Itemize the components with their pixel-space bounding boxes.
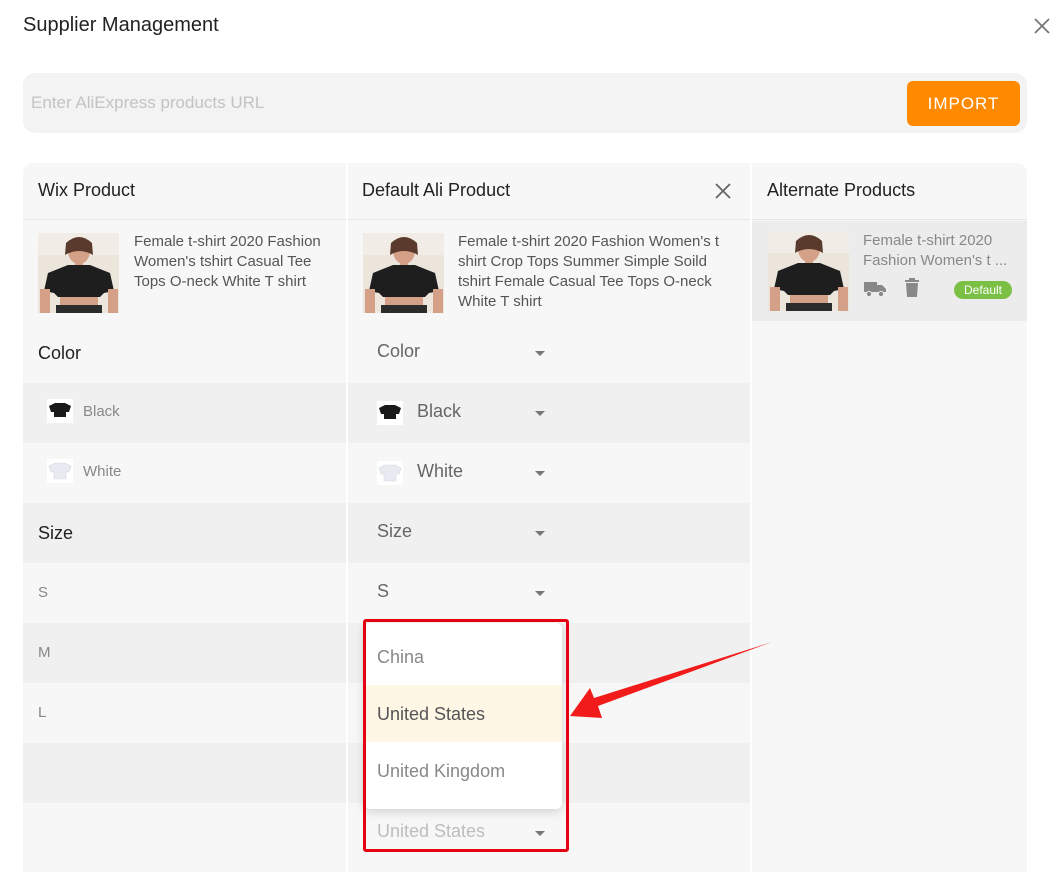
wix-size-l: L (38, 704, 47, 721)
white-tshirt-icon (47, 459, 73, 483)
wix-color-row-black: Black (23, 383, 346, 443)
color-option-select[interactable]: Color (362, 333, 552, 373)
dropdown-option-united-states[interactable]: United States (364, 685, 562, 742)
wix-color-black: Black (83, 403, 120, 420)
shipping-truck-icon[interactable] (863, 279, 887, 299)
select-value: White (417, 461, 464, 481)
import-bar: IMPORT (23, 73, 1027, 133)
dropdown-option-china[interactable]: China (364, 628, 562, 685)
wix-product-panel: Wix Product Female t-shirt 2020 Fashion … (23, 163, 346, 872)
ali-size-row-s: S (348, 563, 750, 623)
default-badge: Default (954, 281, 1012, 299)
remove-default-close-icon[interactable] (712, 180, 734, 202)
option-label: China (377, 647, 425, 667)
ali-color-group-row: Color (348, 323, 750, 383)
select-value: Color (377, 341, 421, 361)
ali-size-group-row: Size (348, 503, 750, 563)
caret-down-icon (535, 351, 545, 356)
ali-color-row-white: White (348, 443, 750, 503)
wix-size-row-s: S (23, 563, 346, 623)
wix-color-white: White (83, 463, 122, 480)
ali-color-row-black: Black (348, 383, 750, 443)
product-thumbnail (768, 231, 849, 311)
option-label: United Kingdom (377, 761, 506, 781)
select-value: S (377, 581, 390, 601)
white-tshirt-icon (377, 461, 403, 485)
alternate-product-card[interactable]: Female t-shirt 2020 Fashion Women's t ..… (752, 221, 1027, 321)
alternate-product-title: Female t-shirt 2020 Fashion Women's t ..… (863, 232, 1008, 269)
caret-down-icon (535, 531, 545, 536)
caret-down-icon (535, 831, 545, 836)
caret-down-icon (535, 471, 545, 476)
ali-product-row: Female t-shirt 2020 Fashion Women's t sh… (348, 221, 750, 321)
wix-product-row: Female t-shirt 2020 Fashion Women's tshi… (23, 221, 346, 321)
aliexpress-url-input[interactable] (31, 83, 891, 123)
ali-panel-title: Default Ali Product (362, 180, 511, 200)
trash-icon[interactable] (903, 278, 921, 298)
wix-empty-row (23, 743, 346, 803)
wix-size-s: S (38, 584, 49, 601)
black-tshirt-icon (377, 401, 403, 425)
size-s-select[interactable]: S (362, 573, 552, 613)
alt-panel-header: Alternate Products (752, 163, 1027, 220)
product-thumbnail (363, 233, 444, 313)
select-value: Size (377, 521, 413, 541)
wix-empty-row (23, 803, 346, 863)
color-white-select[interactable]: White (362, 453, 552, 493)
wix-size-group-row: Size (23, 503, 346, 563)
ship-from-select[interactable]: United States (362, 813, 552, 853)
close-icon[interactable] (1030, 14, 1054, 38)
ship-from-dropdown: China United States United Kingdom (364, 623, 562, 809)
option-label: United States (377, 704, 486, 724)
ali-ship-from-row: United States (348, 803, 750, 863)
alt-panel-title: Alternate Products (767, 180, 916, 200)
wix-size-row-l: L (23, 683, 346, 743)
modal-title: Supplier Management (23, 14, 219, 36)
wix-size-m: M (38, 644, 51, 661)
wix-size-label: Size (38, 523, 74, 543)
dropdown-option-united-kingdom[interactable]: United Kingdom (364, 742, 562, 799)
ali-panel-header: Default Ali Product (348, 163, 750, 220)
wix-color-group-row: Color (23, 323, 346, 383)
black-tshirt-icon (47, 399, 73, 423)
select-value: Black (417, 401, 462, 421)
wix-product-title: Female t-shirt 2020 Fashion Women's tshi… (134, 233, 321, 290)
wix-color-row-white: White (23, 443, 346, 503)
wix-size-row-m: M (23, 623, 346, 683)
import-button[interactable]: IMPORT (907, 81, 1020, 126)
color-black-select[interactable]: Black (362, 393, 552, 433)
wix-panel-title: Wix Product (38, 180, 136, 200)
caret-down-icon (535, 411, 545, 416)
wix-panel-header: Wix Product (23, 163, 346, 220)
caret-down-icon (535, 591, 545, 596)
wix-color-label: Color (38, 343, 82, 363)
size-option-select[interactable]: Size (362, 513, 552, 553)
product-thumbnail (38, 233, 119, 313)
alternate-products-panel: Alternate Products Female t-shirt 2020 F… (752, 163, 1027, 872)
ali-product-title: Female t-shirt 2020 Fashion Women's t sh… (458, 233, 720, 310)
select-value: United States (377, 821, 486, 841)
